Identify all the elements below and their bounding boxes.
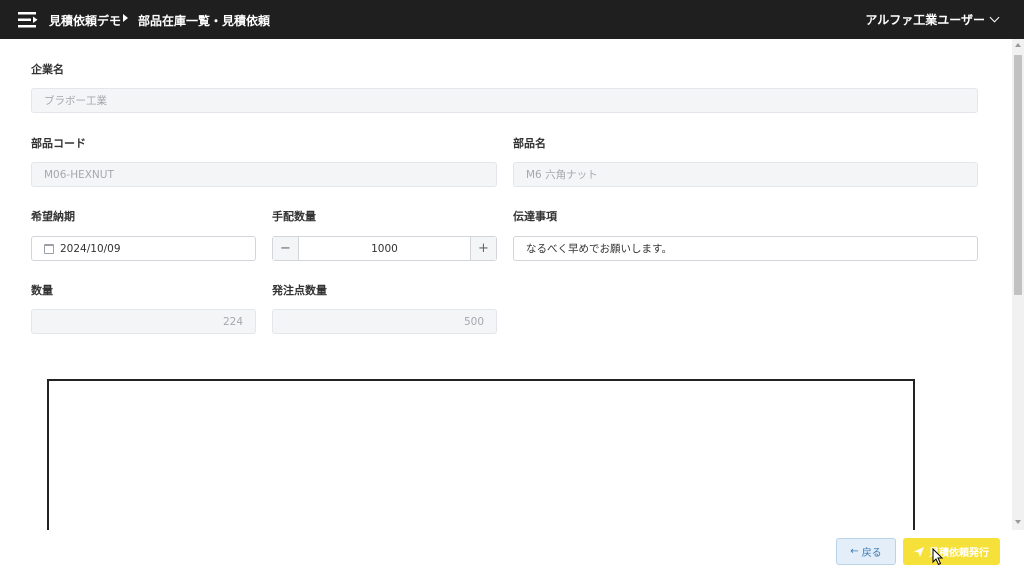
order-qty-label: 手配数量 — [272, 210, 316, 223]
breadcrumb-separator-icon — [123, 14, 128, 22]
scroll-up-icon[interactable] — [1015, 43, 1021, 47]
reorder-point-label: 発注点数量 — [272, 284, 327, 297]
part-code-value: M06-HEXNUT — [44, 168, 114, 181]
message-label: 伝達事項 — [513, 210, 557, 223]
menu-icon[interactable] — [18, 12, 38, 28]
chevron-down-icon — [989, 12, 1000, 23]
main-content: 企業名 ブラボー工業 部品コード M06-HEXNUT 部品名 M6 六角ナット… — [0, 39, 1012, 579]
breadcrumb-app[interactable]: 見積依頼デモ — [49, 12, 121, 29]
scroll-down-icon[interactable] — [1015, 520, 1021, 524]
company-label: 企業名 — [31, 63, 64, 76]
send-icon — [914, 546, 924, 557]
issue-quote-button[interactable]: 見積依頼発行 — [903, 538, 1000, 565]
top-bar: 見積依頼デモ 部品在庫一覧・見積依頼 アルファ工業ユーザー — [0, 0, 1024, 39]
order-qty-input[interactable]: 1000 — [299, 237, 470, 260]
user-name: アルファ工業ユーザー — [865, 13, 985, 27]
back-button-label: 戻る — [861, 548, 882, 559]
increment-button[interactable]: + — [470, 237, 496, 260]
scrollbar-thumb[interactable] — [1014, 55, 1022, 295]
delivery-date-label: 希望納期 — [31, 210, 75, 223]
vertical-scrollbar[interactable] — [1012, 39, 1024, 530]
quantity-label: 数量 — [31, 284, 53, 297]
calendar-icon — [44, 243, 54, 254]
part-name-label: 部品名 — [513, 137, 546, 150]
part-code-field: M06-HEXNUT — [31, 162, 497, 187]
delivery-date-input[interactable]: 2024/10/09 — [31, 236, 256, 261]
company-field: ブラボー工業 — [31, 88, 978, 113]
company-value: ブラボー工業 — [44, 95, 107, 107]
reorder-point-field: 500 — [272, 309, 497, 334]
delivery-date-value: 2024/10/09 — [60, 242, 121, 255]
back-button[interactable]: ← 戻る — [836, 538, 896, 565]
part-code-label: 部品コード — [31, 137, 86, 150]
action-footer: ← 戻る 見積依頼発行 — [0, 530, 1024, 579]
mouse-cursor-icon — [932, 548, 944, 566]
part-name-field: M6 六角ナット — [513, 162, 978, 187]
arrow-left-icon: ← — [850, 546, 859, 557]
message-input[interactable]: なるべく早めでお願いします。 — [513, 236, 978, 261]
quantity-field: 224 — [31, 309, 256, 334]
part-name-value: M6 六角ナット — [526, 169, 598, 181]
decrement-button[interactable]: − — [273, 237, 299, 260]
message-value: なるべく早めでお願いします。 — [526, 243, 672, 255]
breadcrumb-page: 部品在庫一覧・見積依頼 — [138, 14, 271, 28]
quantity-value: 224 — [222, 315, 243, 328]
order-qty-stepper: − 1000 + — [272, 236, 497, 261]
user-menu[interactable]: アルファ工業ユーザー — [865, 11, 1000, 28]
reorder-point-value: 500 — [463, 315, 484, 328]
